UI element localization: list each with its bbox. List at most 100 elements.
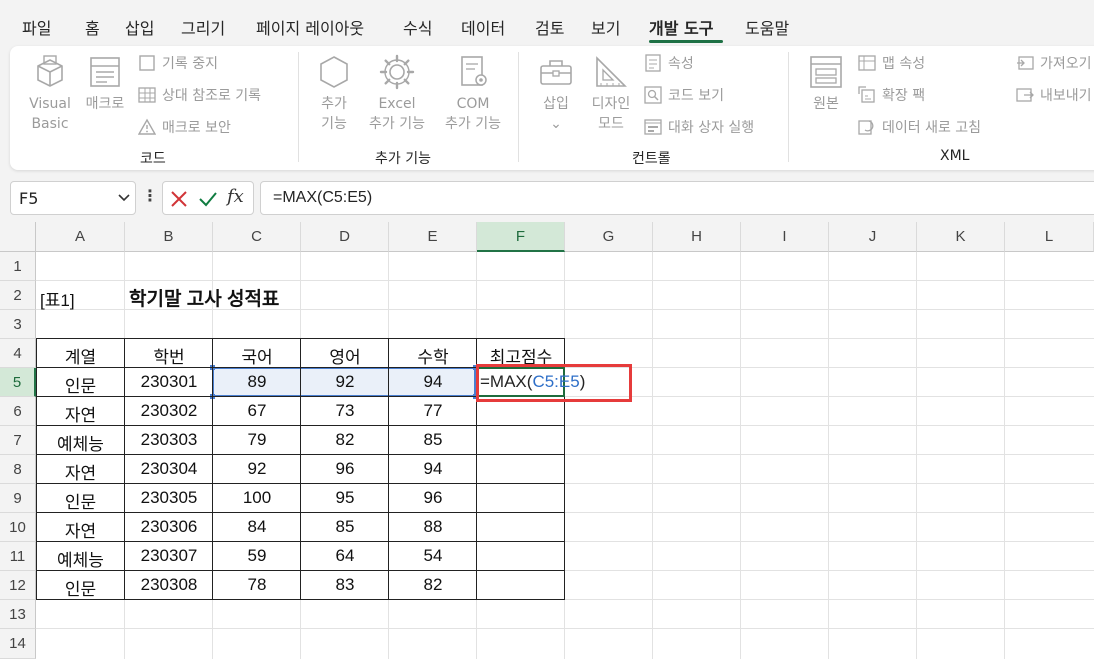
table-cell[interactable]: 230304 xyxy=(125,459,213,479)
col-header-l[interactable]: L xyxy=(1005,222,1094,252)
table-cell[interactable]: 자연 xyxy=(36,401,125,426)
row-header-11[interactable]: 11 xyxy=(0,542,36,571)
row-header-2[interactable]: 2 xyxy=(0,281,36,310)
relative-ref-button[interactable]: 상대 참조로 기록 xyxy=(138,84,261,106)
excel-addins-button[interactable]: Excel 추가 기능 xyxy=(362,52,432,134)
insert-control-button[interactable]: 삽입 ⌄ xyxy=(534,52,578,134)
table-cell[interactable]: 82 xyxy=(301,430,389,450)
cell-a2[interactable]: [표1] xyxy=(36,286,125,311)
select-all-corner[interactable] xyxy=(0,222,36,252)
table-cell[interactable]: 94 xyxy=(389,459,477,479)
header-cell[interactable]: 영어 xyxy=(301,343,389,368)
table-cell[interactable]: 64 xyxy=(301,546,389,566)
menu-review[interactable]: 검토 xyxy=(535,15,564,39)
col-header-d[interactable]: D xyxy=(301,222,389,252)
table-cell[interactable]: 92 xyxy=(213,459,301,479)
row-header-12[interactable]: 12 xyxy=(0,571,36,600)
col-header-j[interactable]: J xyxy=(829,222,917,252)
table-cell[interactable]: 230305 xyxy=(125,488,213,508)
com-addins-button[interactable]: COM 추가 기능 xyxy=(438,52,508,134)
formula-input[interactable]: =MAX(C5:E5) xyxy=(260,181,1094,215)
map-properties-button[interactable]: 맵 속성 xyxy=(858,52,925,74)
menu-formulas[interactable]: 수식 xyxy=(403,15,432,39)
xml-source-button[interactable]: 원본 xyxy=(804,52,848,114)
table-cell[interactable]: 100 xyxy=(213,488,301,508)
header-cell[interactable]: 수학 xyxy=(389,343,477,368)
table-cell[interactable]: 94 xyxy=(389,372,477,392)
menu-insert[interactable]: 삽입 xyxy=(125,15,154,39)
macro-security-button[interactable]: 매크로 보안 xyxy=(138,116,231,138)
table-cell[interactable]: 230308 xyxy=(125,575,213,595)
table-cell[interactable]: 인문 xyxy=(36,372,125,397)
table-cell[interactable]: 88 xyxy=(389,517,477,537)
table-cell[interactable]: 83 xyxy=(301,575,389,595)
table-cell[interactable]: 96 xyxy=(301,459,389,479)
header-cell[interactable]: 계열 xyxy=(36,343,125,368)
row-header-9[interactable]: 9 xyxy=(0,484,36,513)
view-code-button[interactable]: 코드 보기 xyxy=(644,84,724,106)
menu-view[interactable]: 보기 xyxy=(591,15,620,39)
design-mode-button[interactable]: 디자인 모드 xyxy=(584,52,638,134)
refresh-data-button[interactable]: 데이터 새로 고침 xyxy=(858,116,981,138)
table-cell[interactable]: 84 xyxy=(213,517,301,537)
header-cell[interactable]: 국어 xyxy=(213,343,301,368)
table-cell[interactable]: 자연 xyxy=(36,517,125,542)
row-header-1[interactable]: 1 xyxy=(0,252,36,281)
chevron-down-icon[interactable] xyxy=(117,190,131,204)
row-header-6[interactable]: 6 xyxy=(0,397,36,426)
record-stop-button[interactable]: 기록 중지 xyxy=(138,52,218,74)
enter-check-icon[interactable] xyxy=(198,190,218,208)
table-cell[interactable]: 인문 xyxy=(36,488,125,513)
more-options-icon[interactable]: ⋮ xyxy=(142,186,158,205)
row-header-3[interactable]: 3 xyxy=(0,310,36,339)
table-cell[interactable]: 77 xyxy=(389,401,477,421)
table-cell[interactable]: 73 xyxy=(301,401,389,421)
table-cell[interactable]: 85 xyxy=(301,517,389,537)
properties-button[interactable]: 속성 xyxy=(644,52,694,74)
col-header-c[interactable]: C xyxy=(213,222,301,252)
row-header-8[interactable]: 8 xyxy=(0,455,36,484)
row-header-5[interactable]: 5 xyxy=(0,368,36,397)
table-cell[interactable]: 230302 xyxy=(125,401,213,421)
menu-help[interactable]: 도움말 xyxy=(745,15,789,39)
row-header-4[interactable]: 4 xyxy=(0,339,36,368)
table-cell[interactable]: 96 xyxy=(389,488,477,508)
col-header-k[interactable]: K xyxy=(917,222,1005,252)
menu-page-layout[interactable]: 페이지 레이아웃 xyxy=(256,15,364,39)
table-cell[interactable]: 예체능 xyxy=(36,546,125,571)
run-dialog-button[interactable]: 대화 상자 실행 xyxy=(644,116,754,138)
xml-export-button[interactable]: 내보내기 xyxy=(1016,84,1092,106)
col-header-i[interactable]: I xyxy=(741,222,829,252)
table-cell[interactable]: 82 xyxy=(389,575,477,595)
table-cell[interactable]: 95 xyxy=(301,488,389,508)
menu-file[interactable]: 파일 xyxy=(22,15,51,39)
table-cell[interactable]: 230301 xyxy=(125,372,213,392)
row-header-14[interactable]: 14 xyxy=(0,629,36,659)
table-cell[interactable]: 예체능 xyxy=(36,430,125,455)
table-cell[interactable]: 59 xyxy=(213,546,301,566)
col-header-a[interactable]: A xyxy=(36,222,125,252)
table-cell[interactable]: 67 xyxy=(213,401,301,421)
table-cell[interactable]: 89 xyxy=(213,372,301,392)
table-cell[interactable]: 인문 xyxy=(36,575,125,600)
table-cell[interactable]: 54 xyxy=(389,546,477,566)
table-cell[interactable]: 230303 xyxy=(125,430,213,450)
expansion-packs-button[interactable]: 확장 팩 xyxy=(858,84,925,106)
visual-basic-button[interactable]: Visual Basic xyxy=(26,52,74,134)
table-cell[interactable]: 자연 xyxy=(36,459,125,484)
col-header-b[interactable]: B xyxy=(125,222,213,252)
table-cell[interactable]: 230306 xyxy=(125,517,213,537)
row-header-7[interactable]: 7 xyxy=(0,426,36,455)
menu-developer[interactable]: 개발 도구 xyxy=(649,15,713,39)
table-cell[interactable]: 92 xyxy=(301,372,389,392)
menu-home[interactable]: 홈 xyxy=(85,15,100,39)
col-header-f[interactable]: F xyxy=(477,222,565,252)
menu-data[interactable]: 데이터 xyxy=(461,15,505,39)
sheet-title[interactable]: 학기말 고사 성적표 xyxy=(125,284,385,311)
table-cell[interactable]: 79 xyxy=(213,430,301,450)
table-cell[interactable]: 230307 xyxy=(125,546,213,566)
macro-button[interactable]: 매크로 xyxy=(80,52,130,114)
row-header-13[interactable]: 13 xyxy=(0,600,36,629)
row-header-10[interactable]: 10 xyxy=(0,513,36,542)
col-header-h[interactable]: H xyxy=(653,222,741,252)
